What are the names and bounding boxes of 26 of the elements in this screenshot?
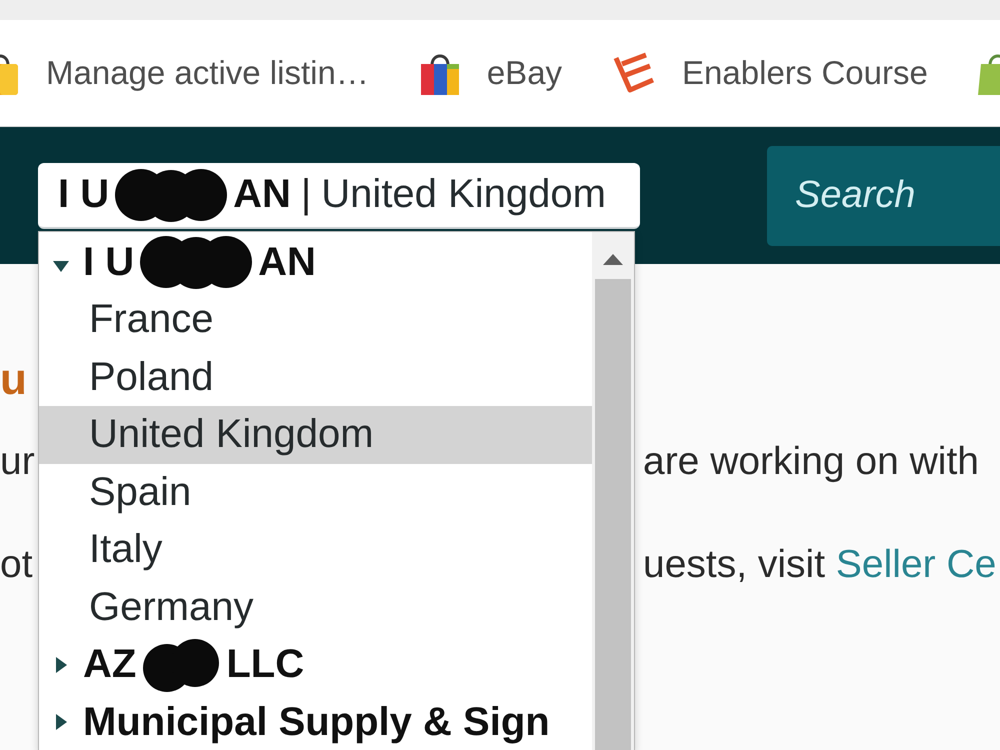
redaction-blot-icon: [140, 235, 252, 290]
bookmark-link[interactable]: Manage active listin…: [0, 51, 369, 95]
body-text: ur: [0, 439, 35, 485]
heading-text: u: [0, 355, 27, 405]
redaction-blot-icon: [142, 638, 220, 692]
redaction-blot-icon: [115, 168, 228, 222]
marketplace-option[interactable]: France: [39, 291, 592, 348]
account-select[interactable]: I U AN | United Kingdom: [38, 162, 640, 228]
account-group-item[interactable]: Municipal Supply & Sign: [39, 694, 592, 750]
marketplace-option[interactable]: Italy: [39, 521, 592, 578]
marketplace-option[interactable]: Spain: [39, 464, 592, 521]
body-text: uests, visit Seller Ce: [643, 542, 996, 588]
search-button[interactable]: Search: [767, 146, 1000, 246]
marketplace-option[interactable]: Poland: [39, 348, 592, 406]
body-text: ot: [0, 542, 33, 588]
marketplace-option[interactable]: United Kingdom: [39, 406, 592, 464]
account-group-item[interactable]: AZ LLC: [39, 636, 592, 694]
body-text: are working on with: [643, 439, 979, 485]
bookmark-link[interactable]: eBay: [418, 51, 562, 95]
account-group-item[interactable]: I U AN: [39, 234, 592, 291]
zigzag-lines-icon: [612, 52, 656, 94]
marketplace-option[interactable]: Germany: [39, 578, 592, 636]
seller-central-link[interactable]: Seller Ce: [836, 543, 996, 586]
scrollbar-thumb[interactable]: [595, 278, 631, 750]
bookmark-link[interactable]: Enablers Course: [612, 52, 928, 94]
scroll-up-arrow-icon[interactable]: [603, 254, 623, 264]
